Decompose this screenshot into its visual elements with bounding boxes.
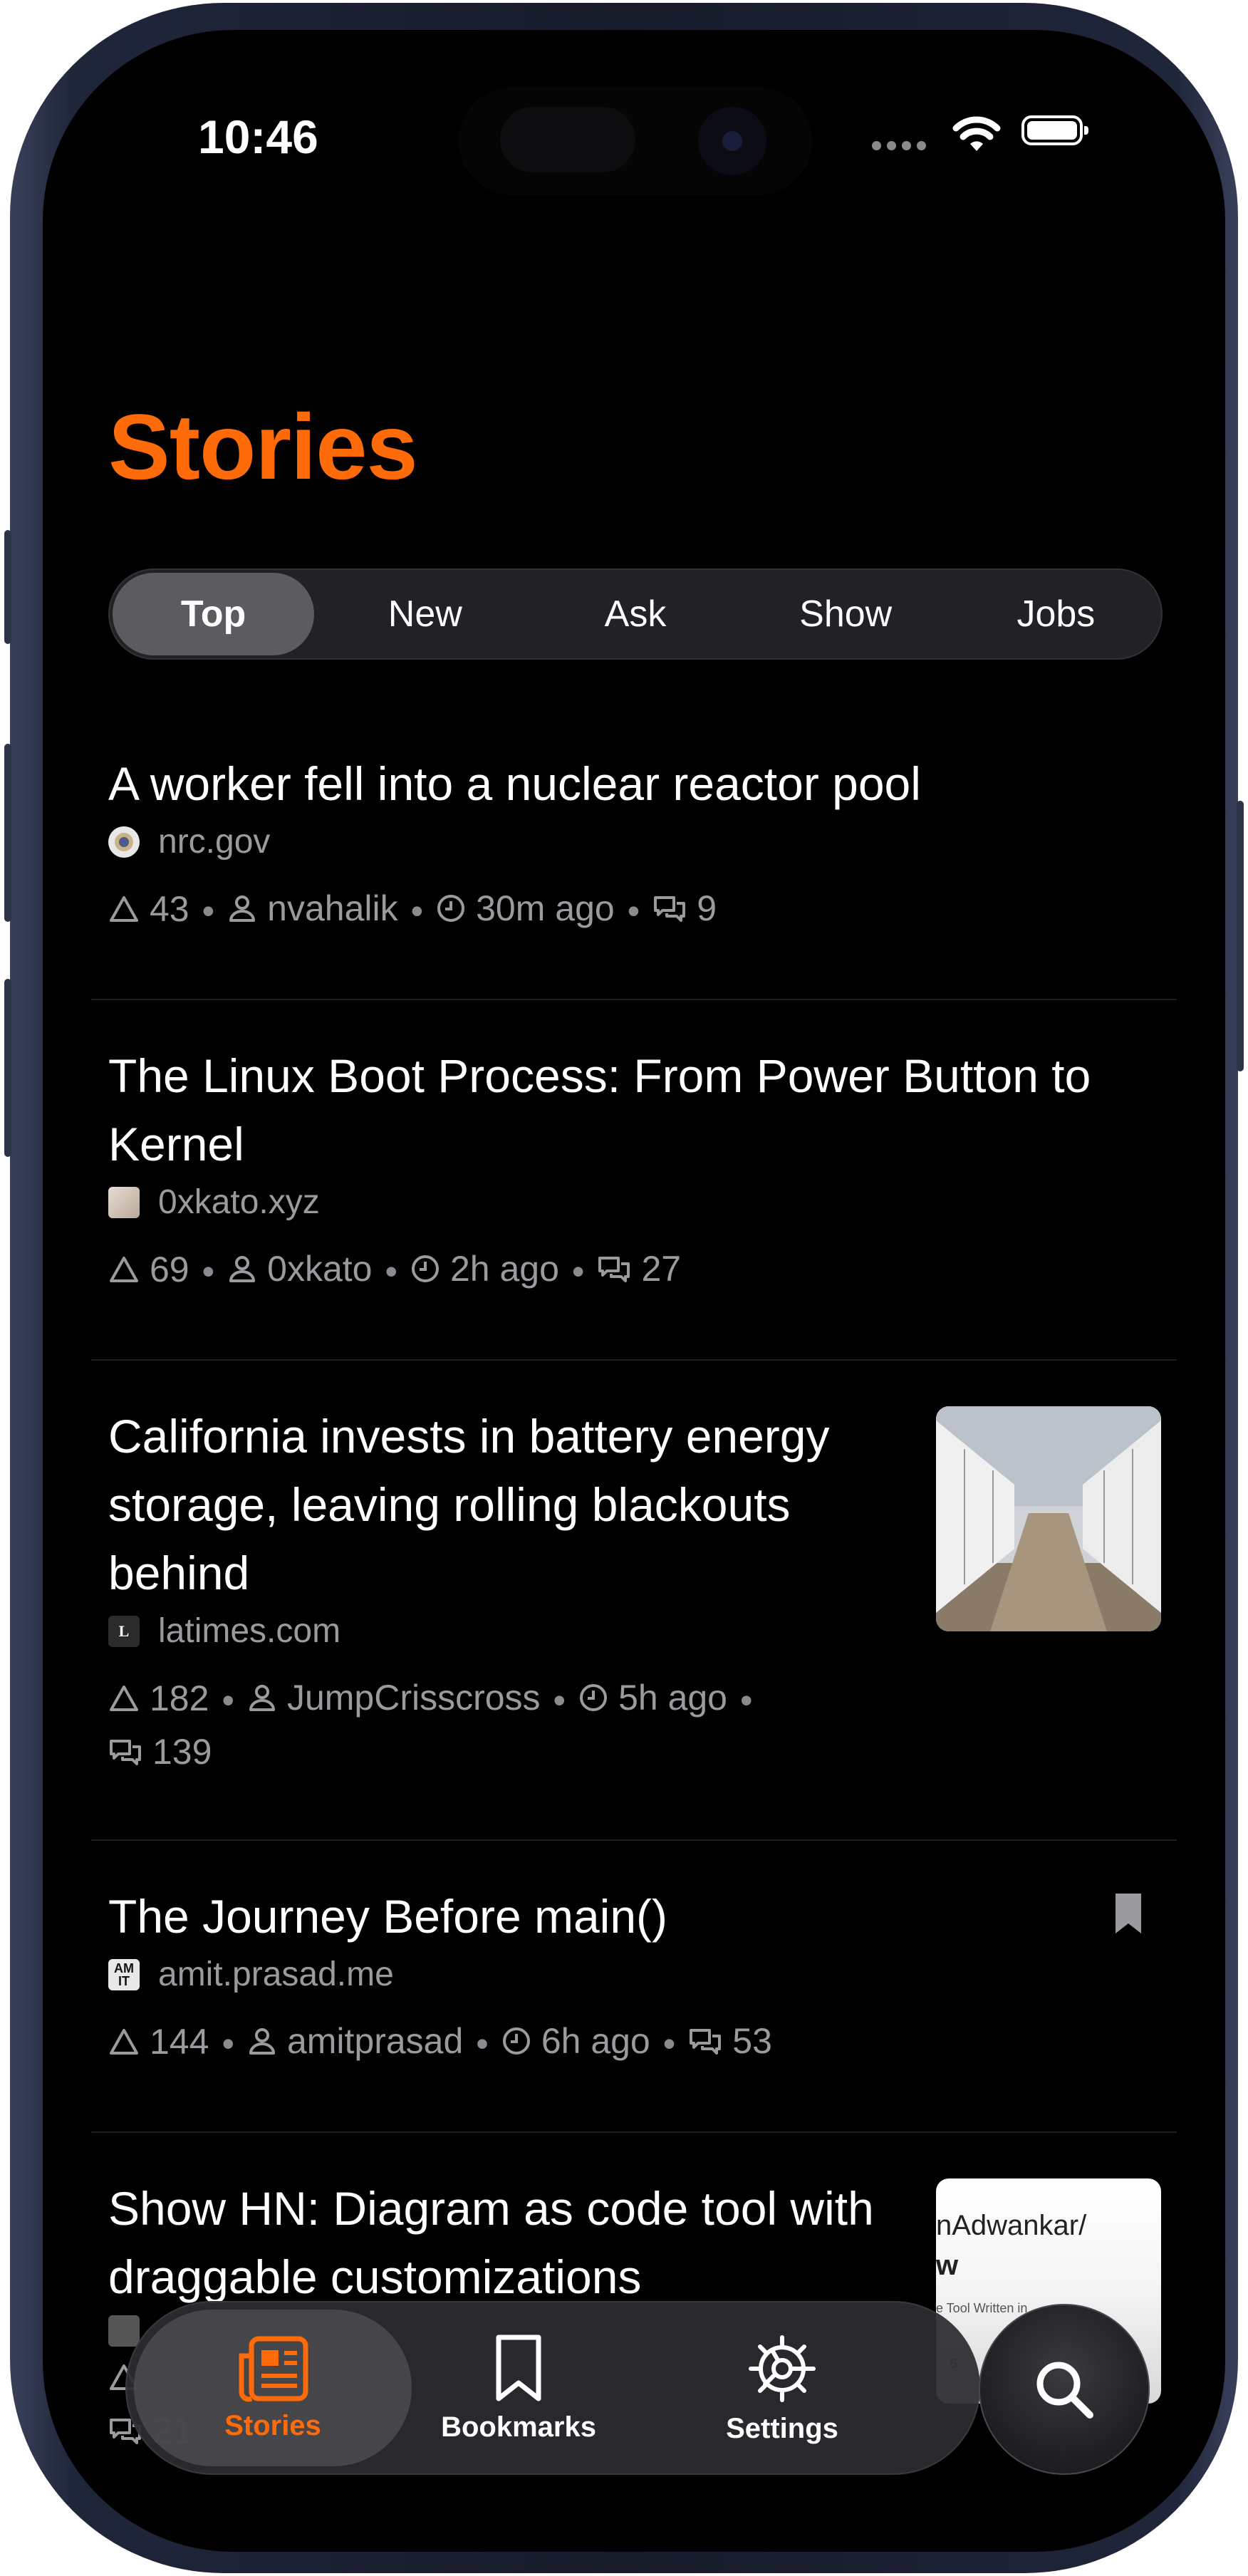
author[interactable]: amitprasad <box>247 2015 463 2067</box>
screen: 10:46 Stories Top New Ask Show Jobs A wo… <box>43 30 1225 2552</box>
volume-down-button <box>4 979 11 1157</box>
story-type-segmented-control: Top New Ask Show Jobs <box>108 568 1163 660</box>
settings-gear-icon <box>749 2334 816 2402</box>
story-meta: 182 • JumpCrisscross • 5h ago • 139 <box>108 1672 926 1780</box>
clock-icon <box>502 2027 530 2055</box>
domain-label: amit.prasad.me <box>158 1956 394 1993</box>
site-favicon-icon <box>108 1186 140 1218</box>
tab-jobs[interactable]: Jobs <box>951 573 1161 655</box>
clock-icon <box>437 895 465 922</box>
story-meta: 69 • 0xkato • 2h ago • 27 <box>108 1243 1160 1297</box>
points: 43 <box>108 883 189 935</box>
tab-stories[interactable]: Stories <box>134 2310 412 2466</box>
comments-icon <box>690 2029 722 2055</box>
author[interactable]: JumpCrisscross <box>247 1672 541 1723</box>
points-triangle-icon <box>110 1257 138 1282</box>
story-domain: L latimes.com <box>108 1611 926 1651</box>
tab-bookmarks-label: Bookmarks <box>441 2411 596 2443</box>
domain-label: 0xkato.xyz <box>158 1183 320 1221</box>
site-favicon-icon: AM IT <box>108 1958 140 1990</box>
page-title: Stories <box>108 395 418 499</box>
comments[interactable]: 9 <box>652 883 717 934</box>
story-title[interactable]: The Journey Before main() <box>108 1882 1160 1951</box>
story-domain: AM IT amit.prasad.me <box>108 1955 1160 1994</box>
tab-top[interactable]: Top <box>113 573 315 655</box>
signal-dots-icon <box>872 141 932 154</box>
domain-label: latimes.com <box>158 1612 341 1650</box>
story-domain: nrc.gov <box>108 822 1160 861</box>
comments[interactable]: 139 <box>108 1726 212 1777</box>
stories-icon <box>239 2336 308 2401</box>
bookmark-icon[interactable] <box>1114 1892 1143 1938</box>
story-title[interactable]: A worker fell into a nuclear reactor poo… <box>108 749 1160 818</box>
status-time: 10:46 <box>198 110 318 163</box>
tab-bar: Stories Bookmarks Settings <box>125 2301 980 2475</box>
phone-frame: 10:46 Stories Top New Ask Show Jobs A wo… <box>4 3 1244 2573</box>
tab-new[interactable]: New <box>320 573 530 655</box>
comments[interactable]: 53 <box>688 2015 772 2067</box>
tab-ask[interactable]: Ask <box>530 573 740 655</box>
comments[interactable]: 27 <box>597 1243 681 1294</box>
story-title[interactable]: California invests in battery energy sto… <box>108 1402 926 1607</box>
tab-settings[interactable]: Settings <box>654 2302 910 2473</box>
points-triangle-icon <box>110 1686 138 1711</box>
story-item[interactable]: The Journey Before main() AM IT amit.pras… <box>108 1882 1160 2069</box>
tab-bookmarks[interactable]: Bookmarks <box>390 2302 647 2473</box>
tab-settings-label: Settings <box>726 2412 838 2444</box>
story-title[interactable]: Show HN: Diagram as code tool with dragg… <box>108 2174 926 2311</box>
user-icon <box>229 895 256 922</box>
story-thumbnail[interactable] <box>936 1406 1161 1631</box>
story-title[interactable]: The Linux Boot Process: From Power Butto… <box>108 1042 1160 1178</box>
story-meta: 43 • nvahalik • 30m ago • 9 <box>108 883 1160 937</box>
clock-icon <box>411 1255 439 1282</box>
author[interactable]: 0xkato <box>227 1243 372 1294</box>
divider <box>91 1839 1177 1841</box>
author[interactable]: nvahalik <box>227 883 398 934</box>
search-icon <box>1036 2362 1093 2419</box>
comments-icon <box>110 1740 141 1765</box>
site-favicon-icon: L <box>108 1615 140 1647</box>
story-item[interactable]: The Linux Boot Process: From Power Butto… <box>108 1042 1160 1297</box>
age: 30m ago <box>436 883 615 934</box>
site-favicon-icon <box>108 826 140 858</box>
comments-icon <box>598 1257 630 1282</box>
story-item[interactable]: California invests in battery energy sto… <box>108 1402 926 1780</box>
bookmark-icon <box>496 2334 541 2401</box>
divider <box>91 1359 1177 1361</box>
clock-icon <box>580 1684 608 1711</box>
tab-show[interactable]: Show <box>741 573 951 655</box>
comments-icon <box>654 896 686 922</box>
domain-label: nrc.gov <box>158 823 271 861</box>
tab-stories-label: Stories <box>224 2409 321 2441</box>
site-favicon-icon <box>108 2315 140 2347</box>
dynamic-island <box>459 87 812 195</box>
divider <box>91 2131 1177 2133</box>
volume-up-button <box>4 744 11 922</box>
action-button <box>4 530 11 644</box>
battery-icon <box>1021 115 1088 145</box>
points-triangle-icon <box>110 2029 138 2055</box>
user-icon <box>249 2028 275 2055</box>
story-item[interactable]: A worker fell into a nuclear reactor poo… <box>108 749 1160 937</box>
points-triangle-icon <box>110 896 138 922</box>
user-icon <box>229 1256 256 1282</box>
user-icon <box>249 1685 275 1711</box>
power-button <box>1237 801 1244 1071</box>
search-button[interactable] <box>979 2304 1150 2475</box>
divider <box>91 999 1177 1000</box>
story-meta: 144 • amitprasad • 6h ago • 53 <box>108 2015 1160 2069</box>
wifi-icon <box>952 114 1002 156</box>
story-domain: 0xkato.xyz <box>108 1183 1160 1222</box>
